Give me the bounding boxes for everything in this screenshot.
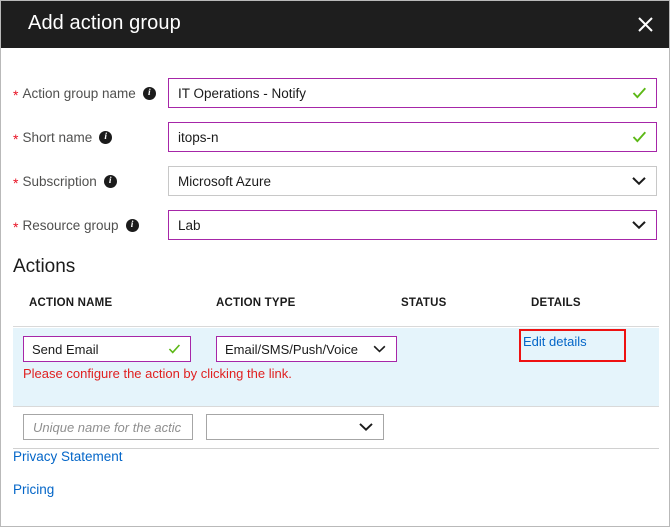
edit-details-link[interactable]: Edit details [523, 334, 587, 349]
label-resource-group: * Resource group i [13, 210, 139, 240]
required-asterisk: * [13, 176, 18, 190]
label-subscription: * Subscription i [13, 166, 117, 196]
short-name-input[interactable]: itops-n [168, 122, 657, 152]
label-text: Resource group [22, 218, 118, 233]
field-row-resource-group: * Resource group i Lab [1, 210, 670, 240]
short-name-value: itops-n [178, 123, 219, 151]
field-row-action-group-name: * Action group name i IT Operations - No… [1, 78, 670, 108]
info-icon[interactable]: i [99, 131, 112, 144]
required-asterisk: * [13, 132, 18, 146]
resource-group-select[interactable]: Lab [168, 210, 657, 240]
action-group-name-value: IT Operations - Notify [178, 79, 306, 107]
info-icon[interactable]: i [104, 175, 117, 188]
close-icon[interactable] [628, 7, 662, 41]
add-action-group-blade: Add action group * Action group name i I… [0, 0, 670, 527]
chevron-down-icon [632, 221, 646, 230]
actions-heading: Actions [13, 256, 75, 278]
label-action-group-name: * Action group name i [13, 78, 156, 108]
label-text: Short name [22, 130, 92, 145]
check-icon [168, 344, 181, 355]
required-asterisk: * [13, 220, 18, 234]
label-short-name: * Short name i [13, 122, 112, 152]
new-action-type-select[interactable] [206, 414, 384, 440]
column-header-details: DETAILS [531, 297, 581, 309]
action-type-select[interactable]: Email/SMS/Push/Voice [216, 336, 397, 362]
new-action-name-input[interactable]: Unique name for the actic [23, 414, 193, 440]
check-icon [632, 131, 647, 144]
privacy-statement-link[interactable]: Privacy Statement [13, 449, 123, 464]
subscription-value: Microsoft Azure [178, 167, 271, 195]
label-text: Action group name [22, 86, 135, 101]
action-validation-message: Please configure the action by clicking … [23, 366, 292, 381]
page-title: Add action group [28, 12, 181, 35]
actions-table-header: ACTION NAME ACTION TYPE STATUS DETAILS [1, 297, 670, 321]
subscription-select[interactable]: Microsoft Azure [168, 166, 657, 196]
column-header-action-name: ACTION NAME [29, 297, 112, 309]
chevron-down-icon [632, 177, 646, 186]
new-action-name-placeholder: Unique name for the actic [33, 415, 183, 439]
blade-titlebar: Add action group [1, 1, 670, 48]
field-row-short-name: * Short name i itops-n [1, 122, 670, 152]
chevron-down-icon [359, 423, 373, 432]
new-action-row: Unique name for the actic [13, 407, 659, 447]
resource-group-value: Lab [178, 211, 201, 239]
chevron-down-icon [373, 345, 386, 353]
column-header-status: STATUS [401, 297, 447, 309]
action-name-input[interactable]: Send Email [23, 336, 191, 362]
info-icon[interactable]: i [143, 87, 156, 100]
label-text: Subscription [22, 174, 96, 189]
action-name-value: Send Email [32, 337, 98, 361]
required-asterisk: * [13, 88, 18, 102]
field-row-subscription: * Subscription i Microsoft Azure [1, 166, 670, 196]
column-header-action-type: ACTION TYPE [216, 297, 296, 309]
action-group-name-input[interactable]: IT Operations - Notify [168, 78, 657, 108]
table-header-divider [13, 326, 659, 327]
action-type-value: Email/SMS/Push/Voice [225, 337, 358, 361]
info-icon[interactable]: i [126, 219, 139, 232]
pricing-link[interactable]: Pricing [13, 482, 54, 497]
table-row: Send Email Email/SMS/Push/Voice Please c… [13, 328, 659, 406]
check-icon [632, 87, 647, 100]
